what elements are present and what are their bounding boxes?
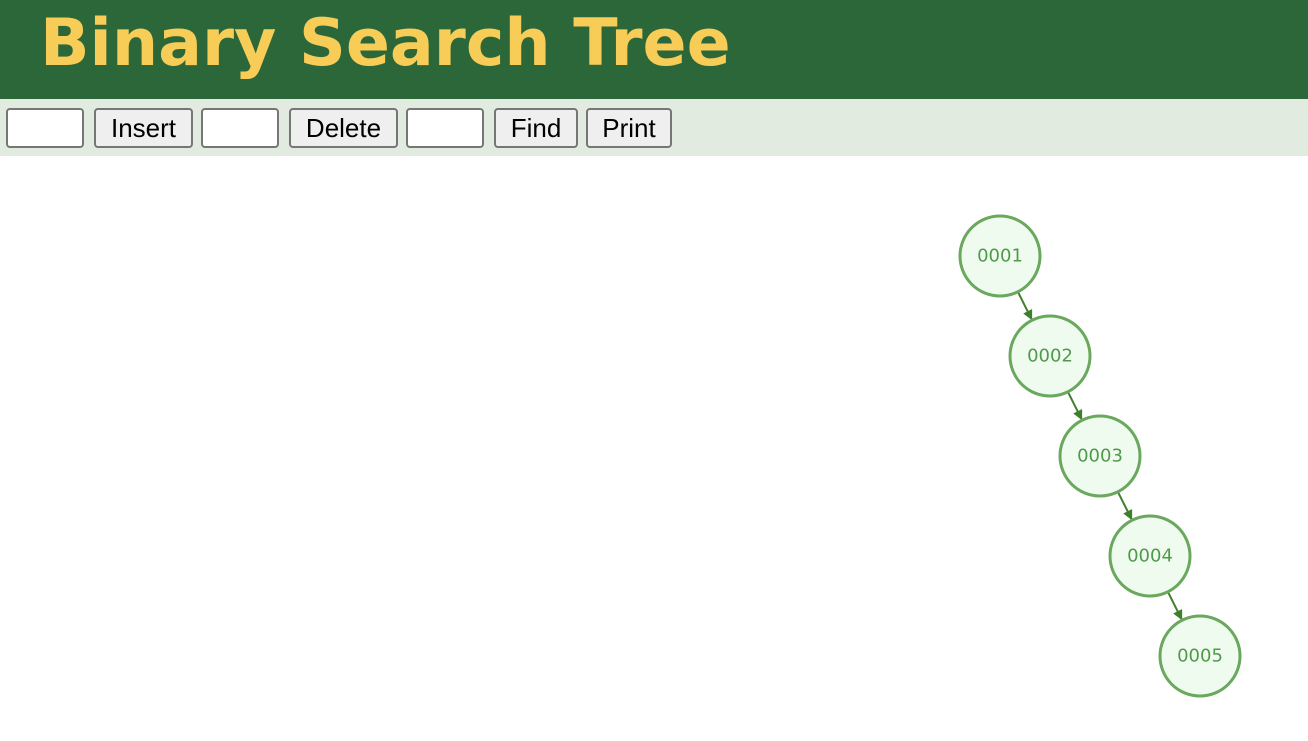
- tree-canvas: 0001 0002 0003 0004 0005: [0, 156, 1308, 736]
- tree-node: 0001: [958, 214, 1042, 298]
- tree-node-label: 0005: [1177, 646, 1223, 667]
- tree-edge-arrow: [1116, 491, 1133, 521]
- toolbar: Insert Delete Find Print: [0, 99, 1308, 156]
- tree-node-label: 0001: [977, 246, 1023, 267]
- app-header: Binary Search Tree: [0, 0, 1308, 99]
- delete-button[interactable]: Delete: [289, 108, 398, 148]
- tree-edge-arrow: [1166, 591, 1183, 621]
- print-button[interactable]: Print: [586, 108, 672, 148]
- tree-node: 0005: [1158, 614, 1242, 698]
- tree-nodes: 0001 0002 0003 0004 0005: [958, 214, 1242, 698]
- page-title: Binary Search Tree: [40, 6, 731, 81]
- tree-node-label: 0002: [1027, 346, 1073, 367]
- insert-value-input[interactable]: [6, 108, 84, 148]
- tree-node: 0004: [1108, 514, 1192, 598]
- tree-edge-arrow: [1016, 291, 1033, 321]
- tree-node: 0002: [1008, 314, 1092, 398]
- insert-button[interactable]: Insert: [94, 108, 193, 148]
- delete-value-input[interactable]: [201, 108, 279, 148]
- find-value-input[interactable]: [406, 108, 484, 148]
- tree-node: 0003: [1058, 414, 1142, 498]
- tree-edge-arrow: [1066, 391, 1083, 421]
- tree-node-label: 0003: [1077, 446, 1123, 467]
- tree-diagram: 0001 0002 0003 0004 0005: [958, 214, 1242, 698]
- tree-node-label: 0004: [1127, 546, 1173, 567]
- find-button[interactable]: Find: [494, 108, 578, 148]
